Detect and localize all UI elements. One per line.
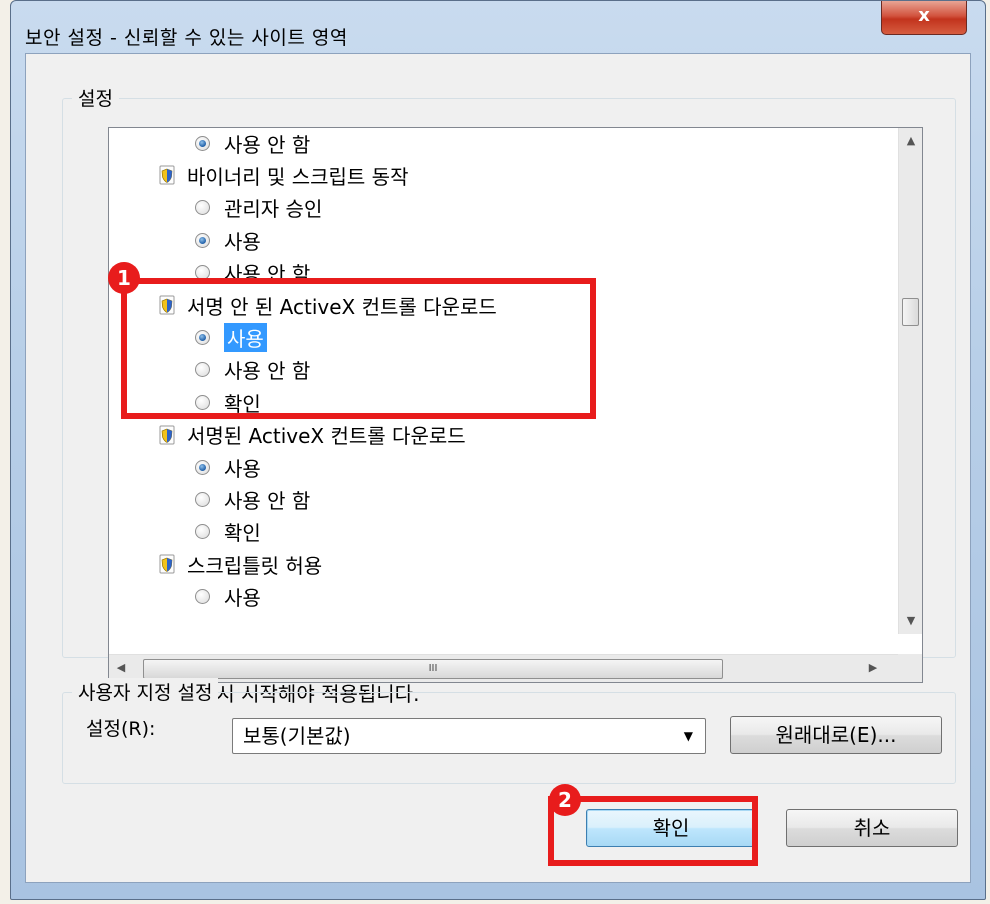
- settings-item-label: 사용: [224, 586, 261, 611]
- step-badge-2: 2: [549, 784, 581, 816]
- vertical-scrollbar[interactable]: ▲ ▼: [898, 128, 922, 634]
- security-shield-icon: [159, 425, 175, 445]
- title-bar: 보안 설정 - 신뢰할 수 있는 사이트 영역 x: [11, 1, 985, 53]
- settings-item-label: 서명된 ActiveX 컨트롤 다운로드: [187, 424, 466, 449]
- scroll-right-arrow-icon[interactable]: ▶: [861, 655, 885, 681]
- scroll-up-arrow-icon[interactable]: ▲: [899, 128, 922, 154]
- security-shield-icon: [159, 165, 175, 185]
- settings-item-label: 바이너리 및 스크립트 동작: [187, 164, 409, 189]
- step-badge-1: 1: [108, 262, 140, 294]
- settings-level-label: 설정(R):: [86, 718, 156, 740]
- radio-unchecked-icon[interactable]: [195, 200, 210, 216]
- settings-category-row[interactable]: 바이너리 및 스크립트 동작: [159, 159, 408, 191]
- radio-checked-icon[interactable]: [195, 135, 210, 151]
- settings-item-label: 스크립틀릿 허용: [187, 553, 323, 578]
- security-settings-dialog: 보안 설정 - 신뢰할 수 있는 사이트 영역 x 설정 사용 안 함바이너리 …: [10, 0, 986, 900]
- radio-checked-icon[interactable]: [195, 232, 210, 248]
- settings-category-row[interactable]: 스크립틀릿 허용: [159, 548, 322, 580]
- chevron-down-icon[interactable]: ▼: [684, 719, 693, 753]
- settings-category-row[interactable]: 서명된 ActiveX 컨트롤 다운로드: [159, 419, 466, 451]
- cancel-button[interactable]: 취소: [786, 809, 958, 847]
- settings-group-label: 설정: [72, 84, 119, 111]
- settings-radio-option[interactable]: 사용: [195, 451, 261, 483]
- radio-unchecked-icon[interactable]: [195, 524, 210, 540]
- window-title: 보안 설정 - 신뢰할 수 있는 사이트 영역: [25, 27, 348, 49]
- vertical-scroll-thumb[interactable]: [902, 298, 919, 326]
- close-button[interactable]: x: [881, 1, 967, 35]
- settings-item-label: 사용: [224, 229, 261, 254]
- custom-settings-group-label: 사용자 지정 설정: [72, 678, 219, 705]
- horizontal-scroll-thumb[interactable]: III: [143, 659, 723, 679]
- radio-unchecked-icon[interactable]: [195, 491, 210, 507]
- radio-unchecked-icon[interactable]: [195, 589, 210, 605]
- radio-checked-icon[interactable]: [195, 459, 210, 475]
- settings-item-label: 사용 안 함: [224, 488, 311, 513]
- security-shield-icon: [159, 554, 175, 574]
- scroll-corner: [898, 654, 922, 682]
- highlight-box-1: [121, 278, 596, 419]
- settings-radio-option[interactable]: 사용 안 함: [195, 483, 310, 515]
- settings-radio-option[interactable]: 사용: [195, 581, 261, 613]
- scroll-down-arrow-icon[interactable]: ▼: [899, 608, 922, 634]
- settings-item-label: 확인: [224, 521, 261, 546]
- settings-item-label: 사용 안 함: [224, 132, 311, 157]
- settings-radio-option[interactable]: 관리자 승인: [195, 192, 322, 224]
- settings-level-value: 보통(기본값): [243, 724, 351, 748]
- settings-radio-option[interactable]: 사용: [195, 224, 261, 256]
- settings-radio-option[interactable]: 사용 안 함: [195, 128, 311, 159]
- settings-level-dropdown[interactable]: 보통(기본값) ▼: [232, 718, 706, 754]
- settings-item-label: 관리자 승인: [224, 197, 323, 222]
- reset-button[interactable]: 원래대로(E)...: [730, 716, 942, 754]
- settings-item-label: 사용: [224, 456, 261, 481]
- settings-radio-option[interactable]: 확인: [195, 516, 261, 548]
- dialog-client-area: 설정 사용 안 함 바이너리 및 스크립트 동작 관리자 승인 사용 사용 안 함 서명 …: [25, 53, 971, 883]
